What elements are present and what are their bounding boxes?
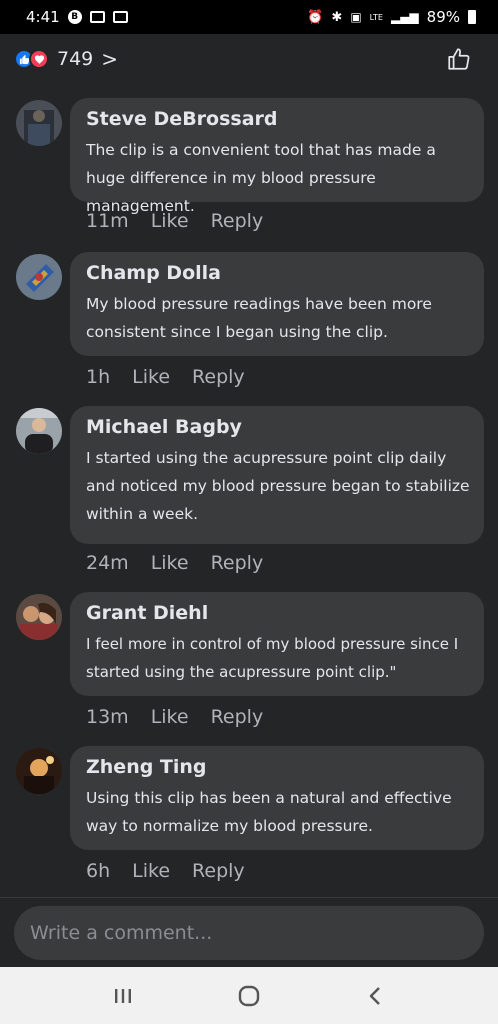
comment-bubble: Michael Bagby I started using the acupre… (70, 406, 484, 544)
comment-input[interactable] (14, 906, 484, 960)
battery-percent: 89% (426, 8, 460, 26)
like-button[interactable]: Like (151, 210, 189, 232)
like-button[interactable]: Like (151, 706, 189, 728)
commenter-name[interactable]: Zheng Ting (86, 756, 470, 778)
thumbs-up-icon (448, 48, 470, 70)
like-button[interactable]: Like (132, 860, 170, 882)
comment-bubble: Grant Diehl I feel more in control of my… (70, 592, 484, 696)
commenter-name[interactable]: Steve DeBrossard (86, 108, 470, 130)
avatar[interactable] (16, 748, 62, 794)
system-nav-bar (0, 967, 498, 1024)
reaction-icons (14, 49, 49, 69)
lte-label: LTE (369, 12, 383, 22)
commenter-name[interactable]: Grant Diehl (86, 602, 470, 624)
signal-icon: ▂▄▆ (390, 10, 419, 24)
commenter-name[interactable]: Champ Dolla (86, 262, 470, 284)
bluetooth-icon: ✱ (331, 9, 343, 25)
recent-apps-icon (115, 988, 131, 1003)
comment-text: Using this clip has been a natural and e… (86, 789, 452, 835)
reply-button[interactable]: Reply (211, 552, 264, 574)
battery-icon (468, 10, 476, 24)
home-icon (238, 985, 260, 1006)
comment-time[interactable]: 13m (86, 706, 129, 728)
notification-icon: B (67, 10, 82, 24)
reply-button[interactable]: Reply (211, 706, 264, 728)
back-icon (369, 986, 380, 1005)
comment-bubble: Champ Dolla My blood pressure readings h… (70, 252, 484, 356)
avatar[interactable] (16, 100, 62, 146)
avatar[interactable] (16, 408, 62, 454)
gallery-icon (89, 11, 105, 23)
love-icon (29, 49, 49, 69)
comment-text: I feel more in control of my blood press… (86, 635, 459, 681)
comment-composer (0, 897, 498, 967)
commenter-name[interactable]: Michael Bagby (86, 416, 470, 438)
chevron-right-icon: > (101, 47, 119, 71)
reply-button[interactable]: Reply (211, 210, 264, 232)
status-bar: 4:41 B ⏰ ✱ ▣ LTE ▂▄▆ 89% (0, 0, 498, 34)
comment-time[interactable]: 24m (86, 552, 129, 574)
avatar[interactable] (16, 254, 62, 300)
reactions-summary[interactable]: 749 > (14, 47, 118, 71)
reply-button[interactable]: Reply (192, 860, 245, 882)
recent-apps-button[interactable] (103, 976, 143, 1016)
comment-text: The clip is a convenient tool that has m… (86, 141, 436, 215)
comment-bubble: Zheng Ting Using this clip has been a na… (70, 746, 484, 850)
comment-text: I started using the acupressure point cl… (86, 449, 470, 523)
comment-time[interactable]: 11m (86, 210, 129, 232)
home-button[interactable] (229, 976, 269, 1016)
status-right: ⏰ ✱ ▣ LTE ▂▄▆ 89% (307, 8, 476, 26)
message-icon (112, 11, 128, 23)
reactions-bar: 749 > (0, 34, 498, 84)
comment-text: My blood pressure readings have been mor… (86, 295, 432, 341)
comment-bubble: Steve DeBrossard The clip is a convenien… (70, 98, 484, 215)
like-post-button[interactable] (446, 46, 472, 72)
alarm-icon: ⏰ (307, 9, 324, 25)
comment-actions: 1h Like Reply (86, 366, 245, 388)
like-button[interactable]: Like (132, 366, 170, 388)
comment-actions: 13m Like Reply (86, 706, 263, 728)
comment-time[interactable]: 1h (86, 366, 110, 388)
comment-actions: 6h Like Reply (86, 860, 245, 882)
reply-button[interactable]: Reply (192, 366, 245, 388)
comment-actions: 24m Like Reply (86, 552, 263, 574)
comment-actions: 11m Like Reply (86, 210, 263, 232)
status-time: 4:41 (26, 8, 60, 26)
avatar[interactable] (16, 594, 62, 640)
status-left: 4:41 B (26, 8, 128, 26)
lock-icon: ▣ (350, 10, 362, 24)
reaction-count: 749 (57, 48, 94, 70)
comment-time[interactable]: 6h (86, 860, 110, 882)
like-button[interactable]: Like (151, 552, 189, 574)
back-button[interactable] (355, 976, 395, 1016)
